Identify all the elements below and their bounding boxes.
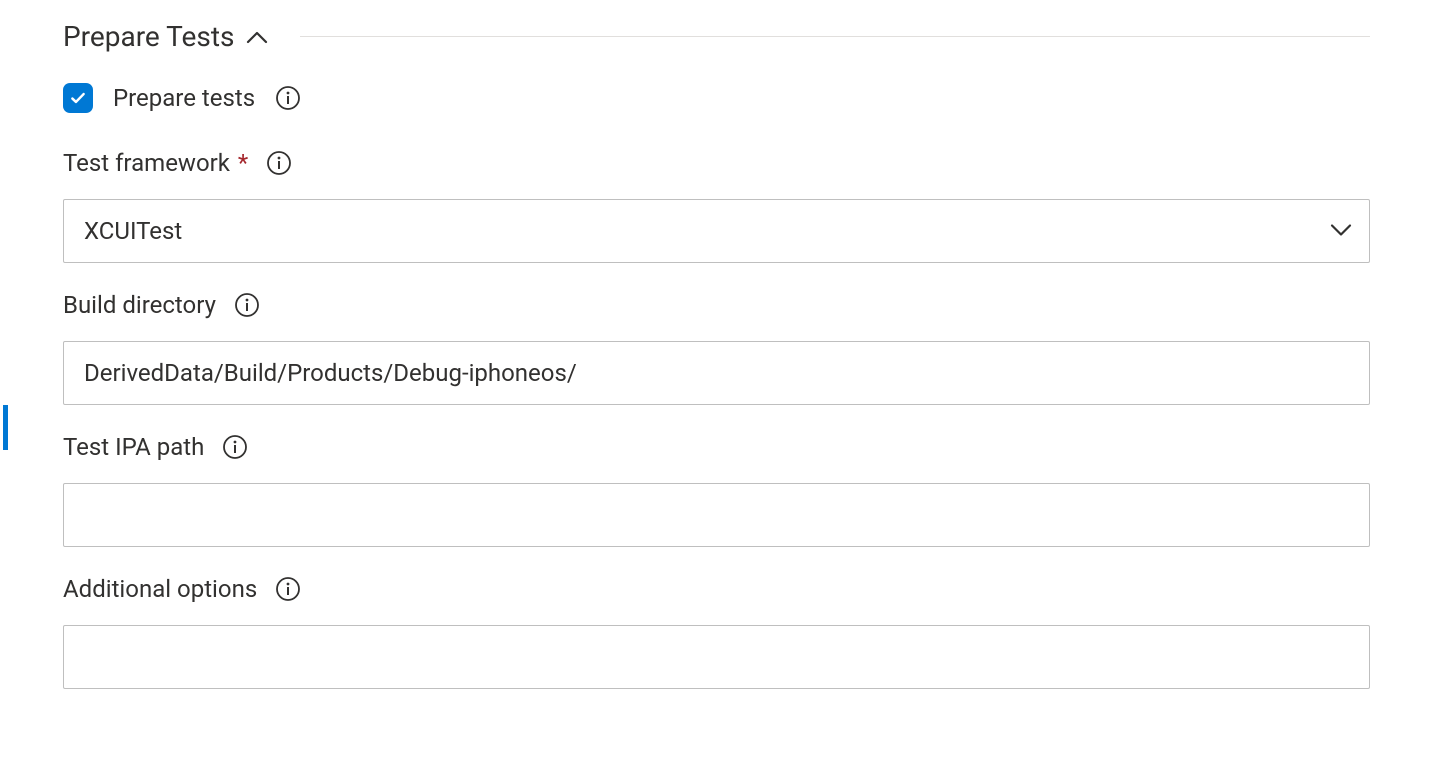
additional-options-label: Additional options [63, 575, 257, 603]
build-directory-input[interactable] [63, 341, 1370, 405]
prepare-tests-field: Prepare tests [63, 83, 1370, 113]
test-ipa-path-label: Test IPA path [63, 433, 204, 461]
test-ipa-path-input[interactable] [63, 483, 1370, 547]
additional-options-input[interactable] [63, 625, 1370, 689]
build-directory-field: Build directory [63, 291, 1370, 405]
additional-options-field: Additional options [63, 575, 1370, 689]
info-icon[interactable] [234, 292, 260, 318]
test-framework-field: Test framework * XCUITest [63, 149, 1370, 263]
info-icon[interactable] [222, 434, 248, 460]
required-indicator: * [232, 149, 248, 177]
chevron-up-icon [246, 30, 268, 44]
selection-marker [3, 405, 8, 450]
section-title: Prepare Tests [63, 20, 234, 53]
section-header[interactable]: Prepare Tests [23, 20, 1370, 53]
test-ipa-path-field: Test IPA path [63, 433, 1370, 547]
divider [300, 36, 1370, 37]
test-framework-value: XCUITest [63, 199, 1370, 263]
prepare-tests-label: Prepare tests [113, 84, 255, 112]
info-icon[interactable] [275, 576, 301, 602]
test-framework-label: Test framework * [63, 149, 248, 177]
build-directory-label: Build directory [63, 291, 216, 319]
info-icon[interactable] [275, 85, 301, 111]
test-framework-select[interactable]: XCUITest [63, 199, 1370, 263]
prepare-tests-section: Prepare Tests Prepare tests [0, 0, 1430, 737]
prepare-tests-checkbox[interactable] [63, 83, 93, 113]
info-icon[interactable] [266, 150, 292, 176]
form-body: Prepare tests Test framework * [23, 83, 1370, 689]
